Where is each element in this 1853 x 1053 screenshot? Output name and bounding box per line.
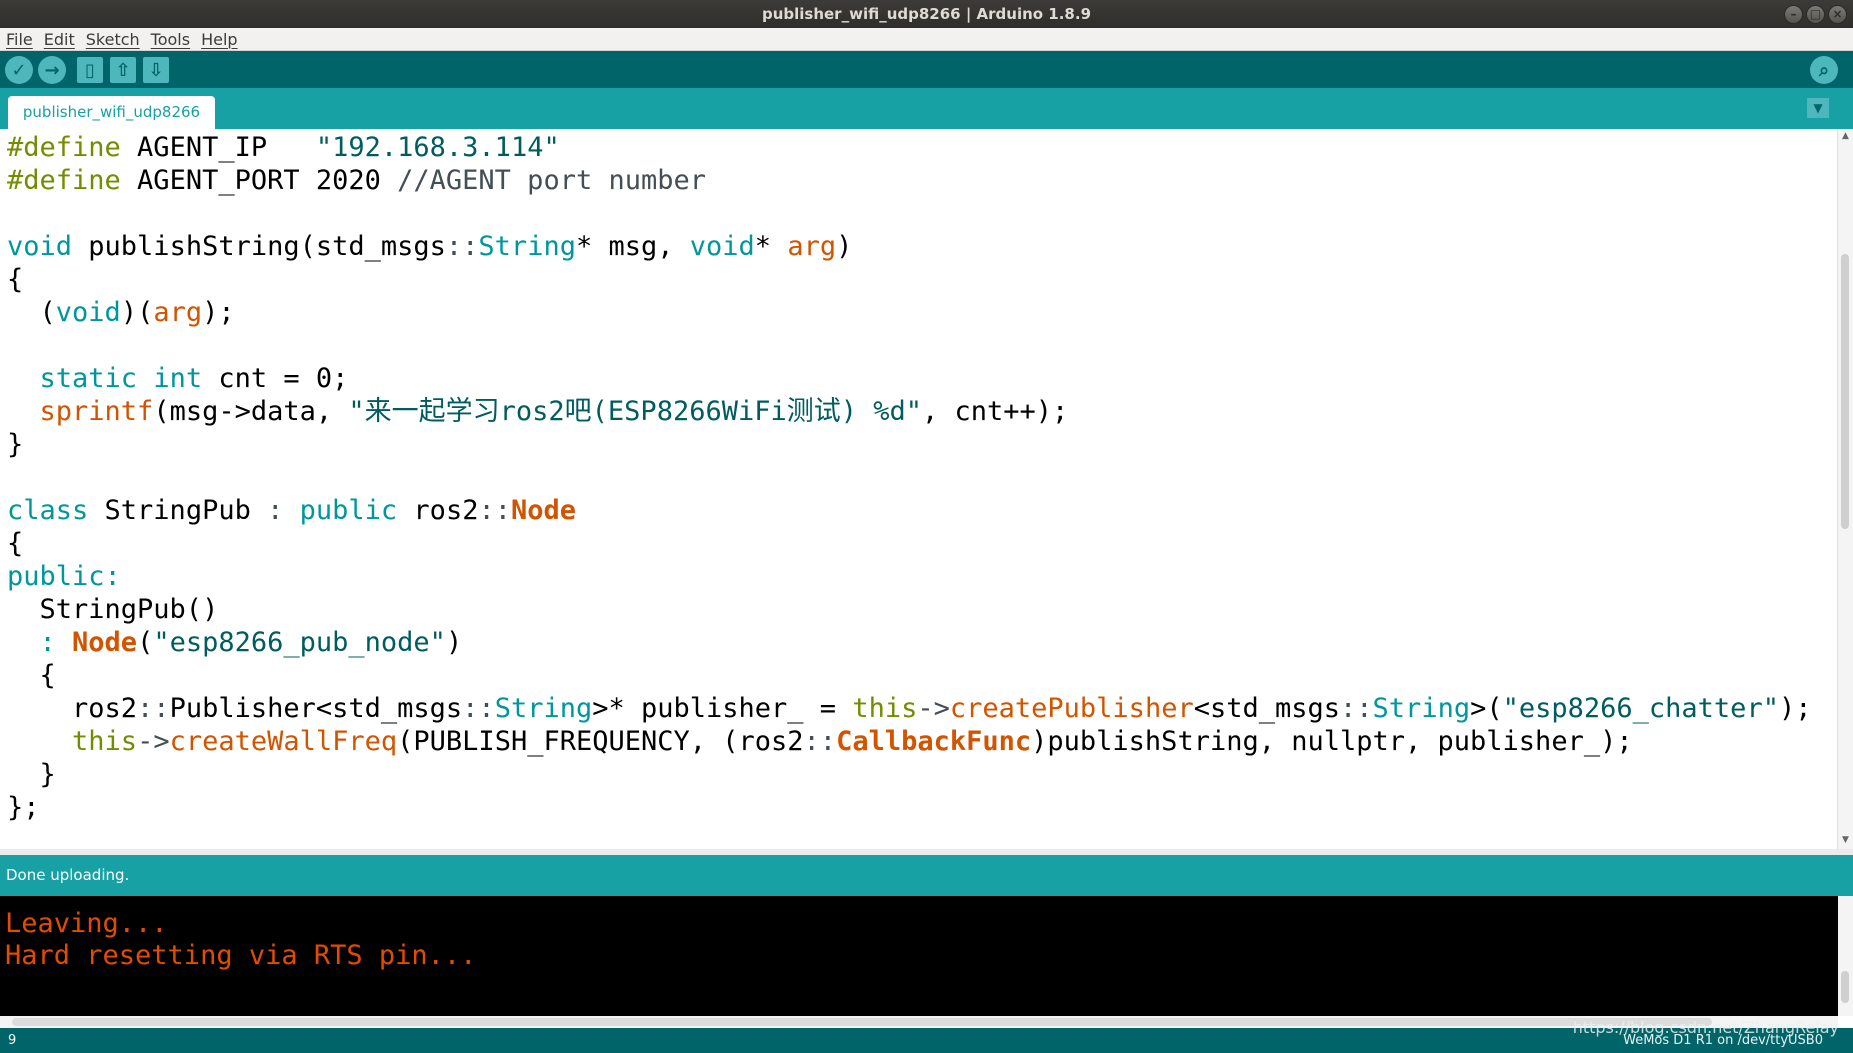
- verify-button[interactable]: ✓: [5, 56, 33, 84]
- save-sketch-button[interactable]: ⇩: [143, 57, 169, 83]
- scroll-up-icon[interactable]: ▲: [1840, 131, 1851, 142]
- code-line-14: public:: [7, 561, 121, 592]
- code-line-15: StringPub(): [7, 594, 219, 625]
- tab-menu-button[interactable]: ▼: [1807, 98, 1829, 118]
- watermark-text: https://blog.csdn.net/ZhangRelay: [1572, 1018, 1839, 1037]
- code-line-2: #define AGENT_PORT 2020 //AGENT port num…: [7, 165, 706, 196]
- menu-tools[interactable]: Tools: [145, 30, 195, 49]
- console-scroll-thumb[interactable]: [1841, 971, 1849, 1003]
- minimize-icon[interactable]: –: [1784, 5, 1803, 24]
- close-icon[interactable]: ×: [1828, 5, 1847, 24]
- console-hscroll-thumb[interactable]: [12, 1018, 1712, 1026]
- code-line-18: ros2::Publisher<std_msgs::String>* publi…: [7, 693, 1812, 724]
- code-line-20: }: [7, 759, 56, 790]
- console-line: Leaving...: [5, 908, 168, 939]
- code-line-12: class StringPub : public ros2::Node: [7, 495, 576, 526]
- menu-sketch[interactable]: Sketch: [80, 30, 145, 49]
- console-horizontal-scrollbar[interactable]: [0, 1016, 1838, 1028]
- editor-scroll-thumb[interactable]: [1841, 254, 1849, 529]
- chevron-down-icon: ▼: [1813, 101, 1823, 115]
- code-line-6: (void)(arg);: [7, 297, 235, 328]
- editor-vertical-scrollbar[interactable]: ▲ ▼: [1837, 129, 1853, 849]
- code-line-16: : Node("esp8266_pub_node"): [7, 627, 463, 658]
- window-titlebar: publisher_wifi_udp8266 | Arduino 1.8.9 –…: [0, 0, 1853, 28]
- code-editor[interactable]: #define AGENT_IP "192.168.3.114" #define…: [0, 129, 1838, 849]
- code-line-5: {: [7, 264, 24, 295]
- console-line: Hard resetting via RTS pin...: [5, 940, 477, 971]
- magnifier-icon: ⌕: [1818, 59, 1830, 81]
- arrow-right-icon: →: [44, 59, 60, 81]
- menu-edit[interactable]: Edit: [38, 30, 80, 49]
- code-line-19: this->createWallFreq(PUBLISH_FREQUENCY, …: [72, 726, 1633, 757]
- save-arrow-down-icon: ⇩: [148, 59, 164, 81]
- code-line-9: sprintf(msg->data, "来一起学习ros2吧(ESP8266Wi…: [39, 396, 1069, 427]
- toolbar: ✓ → ▯ ⇧ ⇩ ⌕: [0, 51, 1853, 88]
- code-line-4: void publishString(std_msgs::String* msg…: [7, 231, 853, 262]
- menubar: File Edit Sketch Tools Help: [0, 28, 1853, 51]
- code-line-10: }: [7, 429, 24, 460]
- tab-publisher-wifi-udp8266[interactable]: publisher_wifi_udp8266: [8, 96, 215, 129]
- open-sketch-button[interactable]: ⇧: [110, 57, 136, 83]
- tab-bar: publisher_wifi_udp8266 ▼: [0, 88, 1853, 129]
- code-line-1: #define AGENT_IP "192.168.3.114": [7, 132, 560, 163]
- code-line-13: {: [7, 528, 24, 559]
- upload-button[interactable]: →: [38, 56, 66, 84]
- line-number: 9: [8, 1033, 17, 1048]
- serial-monitor-button[interactable]: ⌕: [1810, 56, 1838, 84]
- code-line-17: {: [7, 660, 56, 691]
- console-vertical-scrollbar[interactable]: [1838, 896, 1853, 1016]
- maximize-icon[interactable]: □: [1806, 5, 1825, 24]
- window-controls: – □ ×: [1784, 5, 1847, 24]
- new-file-icon: ▯: [85, 59, 95, 81]
- checkmark-icon: ✓: [11, 59, 27, 81]
- console-output[interactable]: Leaving... Hard resetting via RTS pin...: [0, 896, 1838, 1016]
- status-bar: Done uploading.: [0, 855, 1853, 896]
- menu-help[interactable]: Help: [195, 30, 242, 49]
- scroll-down-icon[interactable]: ▼: [1840, 835, 1851, 846]
- code-line-21: };: [7, 792, 40, 823]
- code-line-8: static int cnt = 0;: [39, 363, 349, 394]
- status-message: Done uploading.: [6, 866, 130, 884]
- open-arrow-up-icon: ⇧: [115, 59, 131, 81]
- window-title: publisher_wifi_udp8266 | Arduino 1.8.9: [761, 5, 1092, 23]
- menu-file[interactable]: File: [0, 30, 38, 49]
- new-sketch-button[interactable]: ▯: [77, 57, 103, 83]
